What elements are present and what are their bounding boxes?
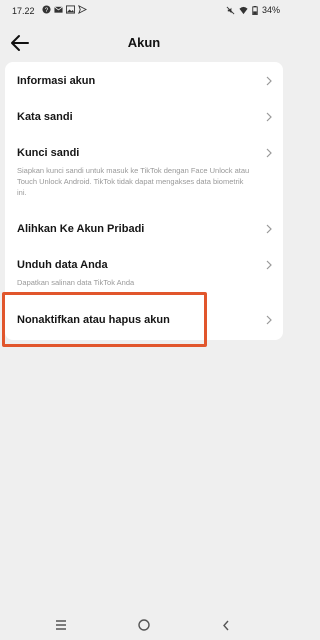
chevron-right-icon [266,76,272,86]
settings-item-account-info[interactable]: Informasi akun [5,62,283,98]
home-circle-icon[interactable] [138,619,150,631]
settings-item-label: Alihkan Ke Akun Pribadi [17,223,145,235]
mute-icon [226,6,235,14]
settings-item-download-data[interactable]: Unduh data Anda Dapatkan salinan data Ti… [5,244,283,292]
header: Akun [0,24,288,62]
wifi-icon [239,6,248,14]
settings-item-passkey[interactable]: Kunci sandi Siapkan kunci sandi untuk ma… [5,134,283,208]
chevron-right-icon [266,112,272,122]
back-chevron-icon[interactable] [222,620,230,631]
settings-item-description: Siapkan kunci sandi untuk masuk ke TikTo… [17,166,250,197]
status-time: 17.22 [12,6,35,16]
image-icon [66,5,75,14]
notification-icons: ? [42,5,87,14]
menu-icon[interactable] [55,620,67,630]
settings-item-label: Kunci sandi [17,147,80,159]
settings-item-label: Unduh data Anda [17,259,108,271]
settings-item-label: Kata sandi [17,111,73,123]
mail-icon [54,6,63,13]
chevron-right-icon [266,224,272,234]
battery-percent: 34% [261,5,280,15]
system-icons: 34% [226,5,280,15]
settings-item-description: Dapatkan salinan data TikTok Anda [17,278,135,287]
settings-item-label: Informasi akun [17,75,96,87]
send-icon [78,5,87,14]
svg-text:?: ? [45,7,49,14]
settings-item-switch-personal[interactable]: Alihkan Ke Akun Pribadi [5,208,283,244]
status-bar: 17.22 ? 34% [0,0,288,24]
chevron-right-icon [266,260,272,270]
chevron-right-icon [266,148,272,158]
battery-icon [252,5,258,15]
page-title: Akun [127,35,161,50]
highlight-box [2,292,207,347]
settings-item-password[interactable]: Kata sandi [5,98,283,134]
help-circle-icon: ? [42,5,51,14]
system-nav-bar [0,612,288,640]
chevron-right-icon [266,315,272,325]
